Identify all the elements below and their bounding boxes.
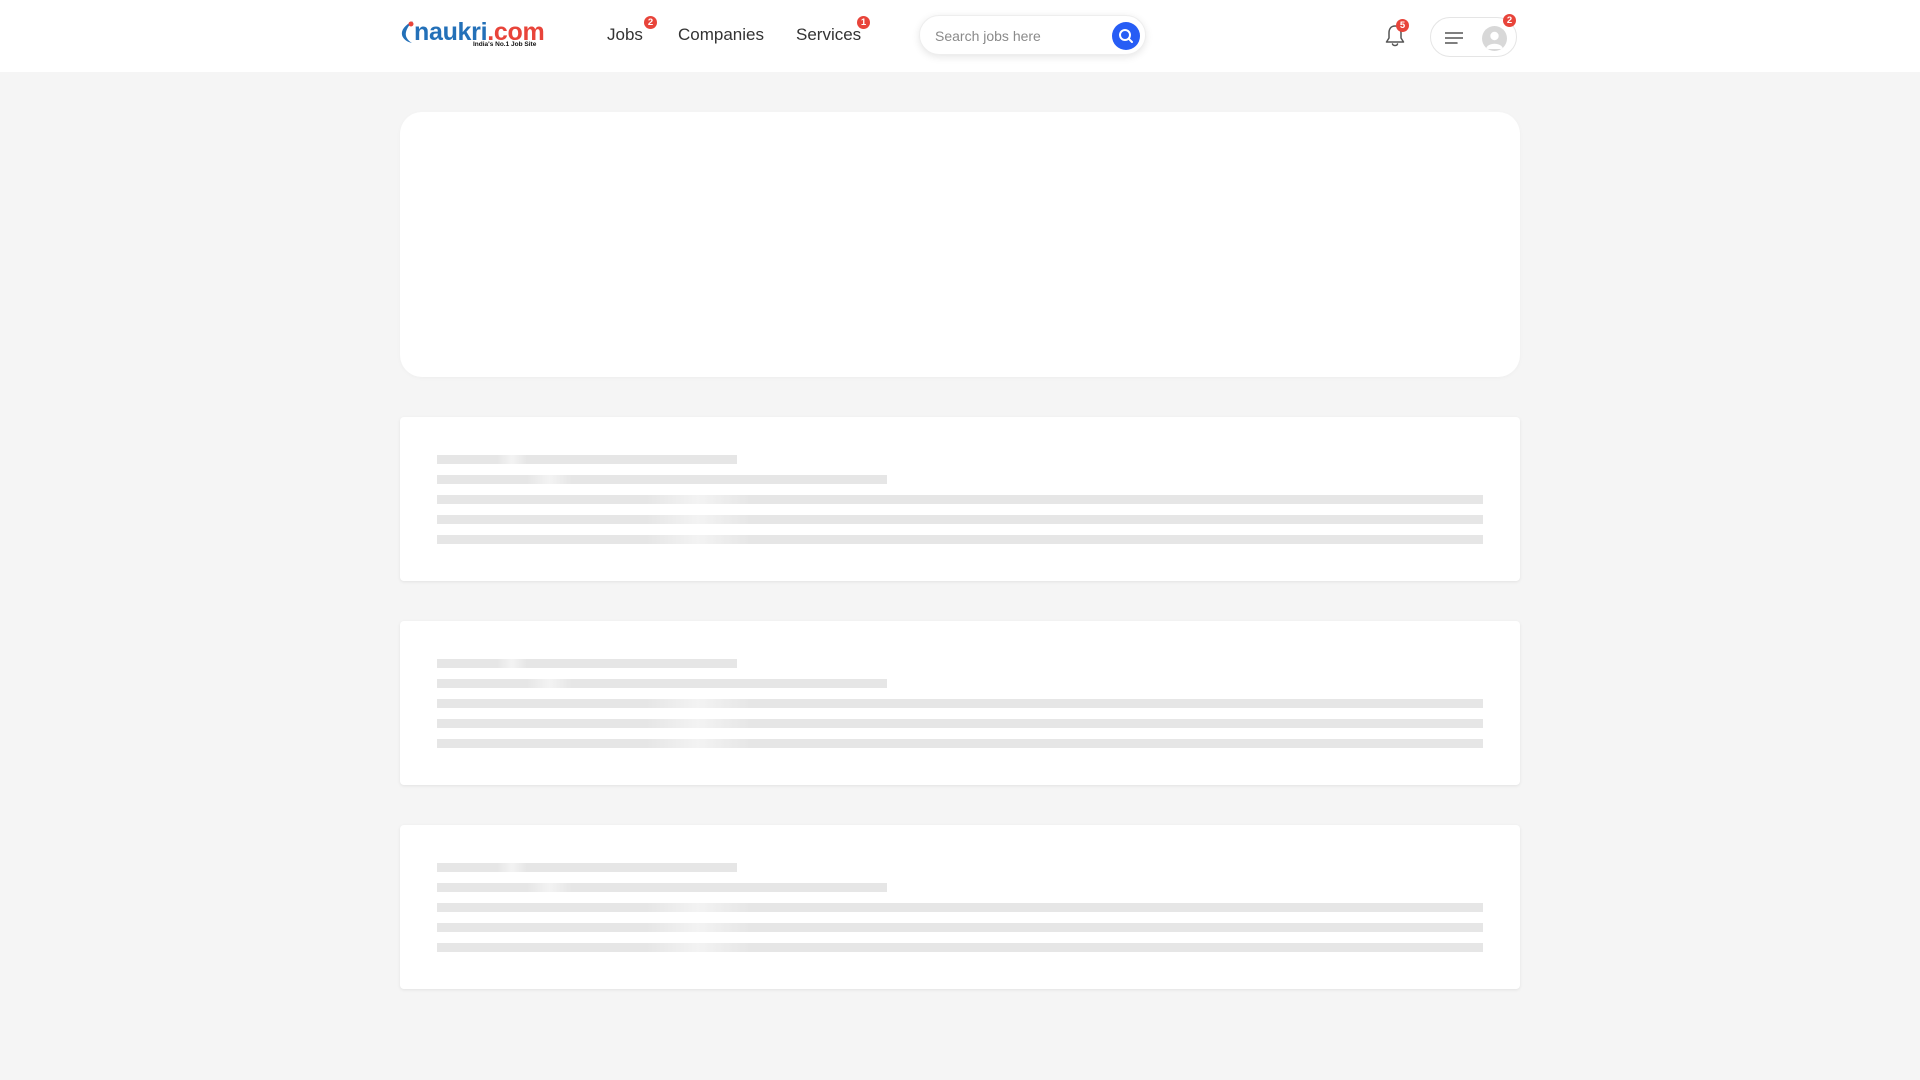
notifications-badge: 5 [1396,19,1409,32]
notifications-button[interactable]: 5 [1383,19,1409,49]
nav-services-label: Services [796,25,862,44]
nav-services-badge: 1 [857,16,870,29]
profile-card-placeholder [400,112,1520,377]
hamburger-icon [1445,32,1463,44]
skeleton-line [437,679,887,688]
skeleton-line [437,943,1483,952]
search-button[interactable] [1112,22,1140,50]
nav-companies[interactable]: Companies [678,24,764,46]
job-search-bar [919,15,1146,55]
skeleton-line [437,495,1483,504]
skeleton-line [437,923,1483,932]
avatar-icon [1482,26,1507,51]
naukri-logo[interactable]: naukri.com India's No.1 Job Site [399,18,551,52]
skeleton-line [437,903,1483,912]
skeleton-line [437,883,887,892]
loading-skeleton-card [400,417,1520,581]
user-menu-button[interactable]: 2 [1430,14,1517,57]
nav-jobs-label: Jobs [607,25,643,44]
loading-skeleton-card [400,825,1520,989]
top-navigation-bar: naukri.com India's No.1 Job Site Jobs 2 … [0,0,1920,72]
skeleton-line [437,739,1483,748]
nav-services[interactable]: Services 1 [796,16,870,46]
skeleton-line [437,515,1483,524]
search-input[interactable] [935,25,1100,47]
search-icon [1119,29,1133,43]
skeleton-line [437,659,737,668]
skeleton-line [437,719,1483,728]
logo-swoosh-icon [401,21,414,43]
nav-companies-label: Companies [678,25,764,44]
nav-jobs-badge: 2 [644,16,657,29]
skeleton-line [437,455,737,464]
loading-skeleton-card [400,621,1520,785]
nav-jobs[interactable]: Jobs 2 [607,16,657,46]
skeleton-line [437,475,887,484]
skeleton-line [437,699,1483,708]
logo-tagline: India's No.1 Job Site [473,41,537,48]
skeleton-line [437,535,1483,544]
user-menu-badge: 2 [1503,14,1516,27]
skeleton-line [437,863,737,872]
